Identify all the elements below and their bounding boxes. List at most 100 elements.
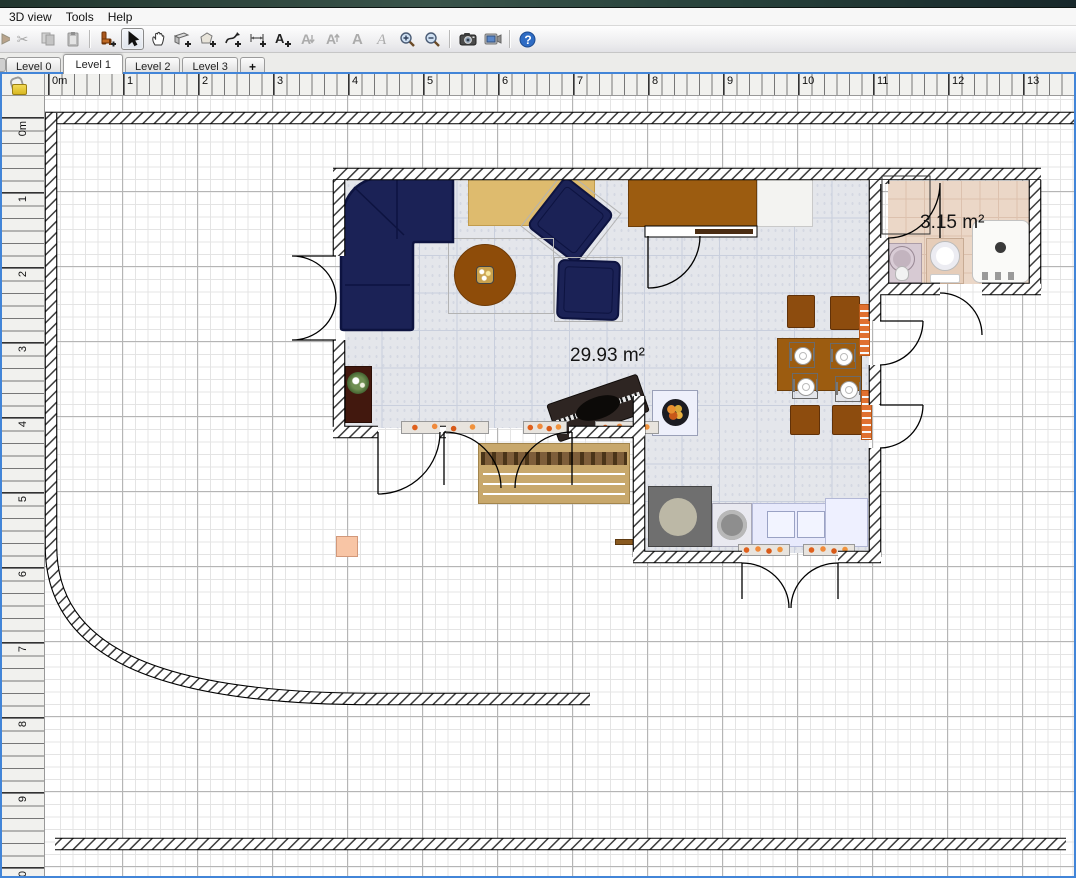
menu-3d-view[interactable]: 3D view bbox=[2, 9, 59, 25]
vertical-ruler: 0m12345678910 bbox=[2, 96, 45, 876]
italic-icon: A bbox=[375, 31, 391, 48]
video-camera-icon bbox=[484, 31, 502, 47]
ruler-label: 8 bbox=[652, 75, 658, 87]
svg-text:A: A bbox=[275, 31, 285, 46]
svg-text:A: A bbox=[352, 31, 363, 48]
tab-level-1[interactable]: Level 1 bbox=[63, 54, 122, 74]
horizontal-ruler: 0m12345678910111213 bbox=[45, 74, 1074, 96]
text-icon: A bbox=[274, 31, 292, 48]
ruler-label: 6 bbox=[17, 571, 29, 577]
window-flower-box[interactable] bbox=[803, 544, 855, 556]
dining-chair[interactable] bbox=[830, 296, 860, 330]
living-room-area-label[interactable]: 29.93 m² bbox=[570, 345, 645, 367]
wall-icon bbox=[174, 31, 192, 48]
ruler-label: 9 bbox=[727, 75, 733, 87]
shower-drain bbox=[995, 242, 1006, 253]
bold-icon: A bbox=[350, 31, 366, 48]
menu-bar: 3D view Tools Help bbox=[0, 8, 1076, 26]
create-rooms-button[interactable] bbox=[196, 28, 219, 50]
ruler-label: 4 bbox=[352, 75, 358, 87]
kitchen-sink bbox=[767, 511, 795, 538]
stove-burner bbox=[659, 498, 697, 536]
increase-text-size-button: A bbox=[321, 28, 344, 50]
paste-button bbox=[61, 28, 84, 50]
unlocked-padlock-icon[interactable] bbox=[9, 77, 31, 94]
menu-tools[interactable]: Tools bbox=[59, 9, 101, 25]
window-flower-box[interactable] bbox=[738, 544, 790, 556]
cut-button: ✂ bbox=[11, 28, 34, 50]
paste-icon bbox=[65, 31, 81, 47]
ruler-corner bbox=[2, 74, 45, 96]
window-flower-box[interactable] bbox=[401, 421, 489, 434]
italic-button: A bbox=[371, 28, 394, 50]
table-centerpiece-flowers[interactable] bbox=[476, 266, 494, 284]
create-photo-button[interactable] bbox=[456, 28, 479, 50]
place-setting bbox=[789, 342, 815, 368]
armchair[interactable] bbox=[556, 259, 621, 321]
sink-pedestal bbox=[895, 266, 909, 281]
select-arrow-icon bbox=[125, 31, 140, 47]
zoom-out-button[interactable] bbox=[421, 28, 444, 50]
window-flower-box[interactable] bbox=[523, 421, 567, 434]
dining-chair[interactable] bbox=[787, 295, 815, 328]
ruler-label: 9 bbox=[17, 796, 29, 802]
create-walls-button[interactable] bbox=[171, 28, 194, 50]
ruler-label: 4 bbox=[17, 421, 29, 427]
bold-button: A bbox=[346, 28, 369, 50]
help-button[interactable]: ? bbox=[516, 28, 539, 50]
ruler-label: 10 bbox=[802, 75, 814, 87]
svg-text:A: A bbox=[326, 31, 336, 47]
washer-drum bbox=[717, 510, 747, 540]
ruler-label: 3 bbox=[277, 75, 283, 87]
zoom-in-button[interactable] bbox=[396, 28, 419, 50]
zoom-out-icon bbox=[424, 31, 441, 48]
cropped-window-strip bbox=[0, 0, 1076, 8]
create-polylines-button[interactable] bbox=[221, 28, 244, 50]
ruler-label: 2 bbox=[17, 271, 29, 277]
ruler-label: 7 bbox=[17, 646, 29, 652]
plan-canvas[interactable]: 29.93 m² 3.15 m² bbox=[45, 96, 1074, 876]
bathroom-area-label[interactable]: 3.15 m² bbox=[920, 212, 984, 234]
radiator[interactable] bbox=[859, 304, 870, 356]
decrease-text-size-button: A bbox=[296, 28, 319, 50]
place-setting bbox=[835, 376, 861, 402]
garden-stool[interactable] bbox=[336, 536, 358, 557]
menu-help[interactable]: Help bbox=[101, 9, 140, 25]
desk[interactable] bbox=[628, 173, 757, 227]
create-video-button[interactable] bbox=[481, 28, 504, 50]
wardrobe[interactable] bbox=[757, 170, 813, 227]
pan-tool-button[interactable] bbox=[146, 28, 169, 50]
decrease-text-icon: A bbox=[299, 31, 317, 48]
select-tool-button[interactable] bbox=[121, 28, 144, 50]
ruler-label: 10 bbox=[17, 871, 29, 876]
dining-chair[interactable] bbox=[832, 405, 863, 435]
level-tab-bar: Level 0 Level 1 Level 2 Level 3 + bbox=[0, 53, 1076, 74]
toolbar-separator bbox=[449, 30, 451, 48]
shelf[interactable] bbox=[615, 539, 643, 545]
ruler-label: 11 bbox=[877, 75, 888, 87]
zoom-in-icon bbox=[399, 31, 416, 48]
dining-chair[interactable] bbox=[790, 405, 820, 435]
kitchen-cabinet[interactable] bbox=[825, 498, 868, 547]
ruler-label: 2 bbox=[202, 75, 208, 87]
copy-icon bbox=[40, 31, 56, 47]
svg-text:A: A bbox=[301, 31, 311, 47]
ruler-label: 7 bbox=[577, 75, 583, 87]
add-furniture-button[interactable] bbox=[96, 28, 119, 50]
add-texts-button[interactable]: A bbox=[271, 28, 294, 50]
garden-deck[interactable] bbox=[478, 443, 630, 504]
ruler-label: 13 bbox=[1027, 75, 1039, 87]
svg-text:?: ? bbox=[524, 33, 531, 47]
ruler-label: 5 bbox=[427, 75, 433, 87]
toolbar: ✂ A A A A A bbox=[0, 26, 1076, 53]
dimension-icon bbox=[249, 31, 267, 48]
ruler-label: 12 bbox=[952, 75, 964, 87]
window-flower-box[interactable] bbox=[595, 421, 659, 434]
plant-icon bbox=[347, 372, 369, 394]
radiator[interactable] bbox=[861, 390, 872, 440]
ruler-label: 0m bbox=[52, 75, 67, 87]
shower-faucet bbox=[982, 272, 1020, 280]
furniture-chair-icon bbox=[99, 31, 116, 48]
create-dimensions-button[interactable] bbox=[246, 28, 269, 50]
svg-text:A: A bbox=[376, 32, 387, 48]
